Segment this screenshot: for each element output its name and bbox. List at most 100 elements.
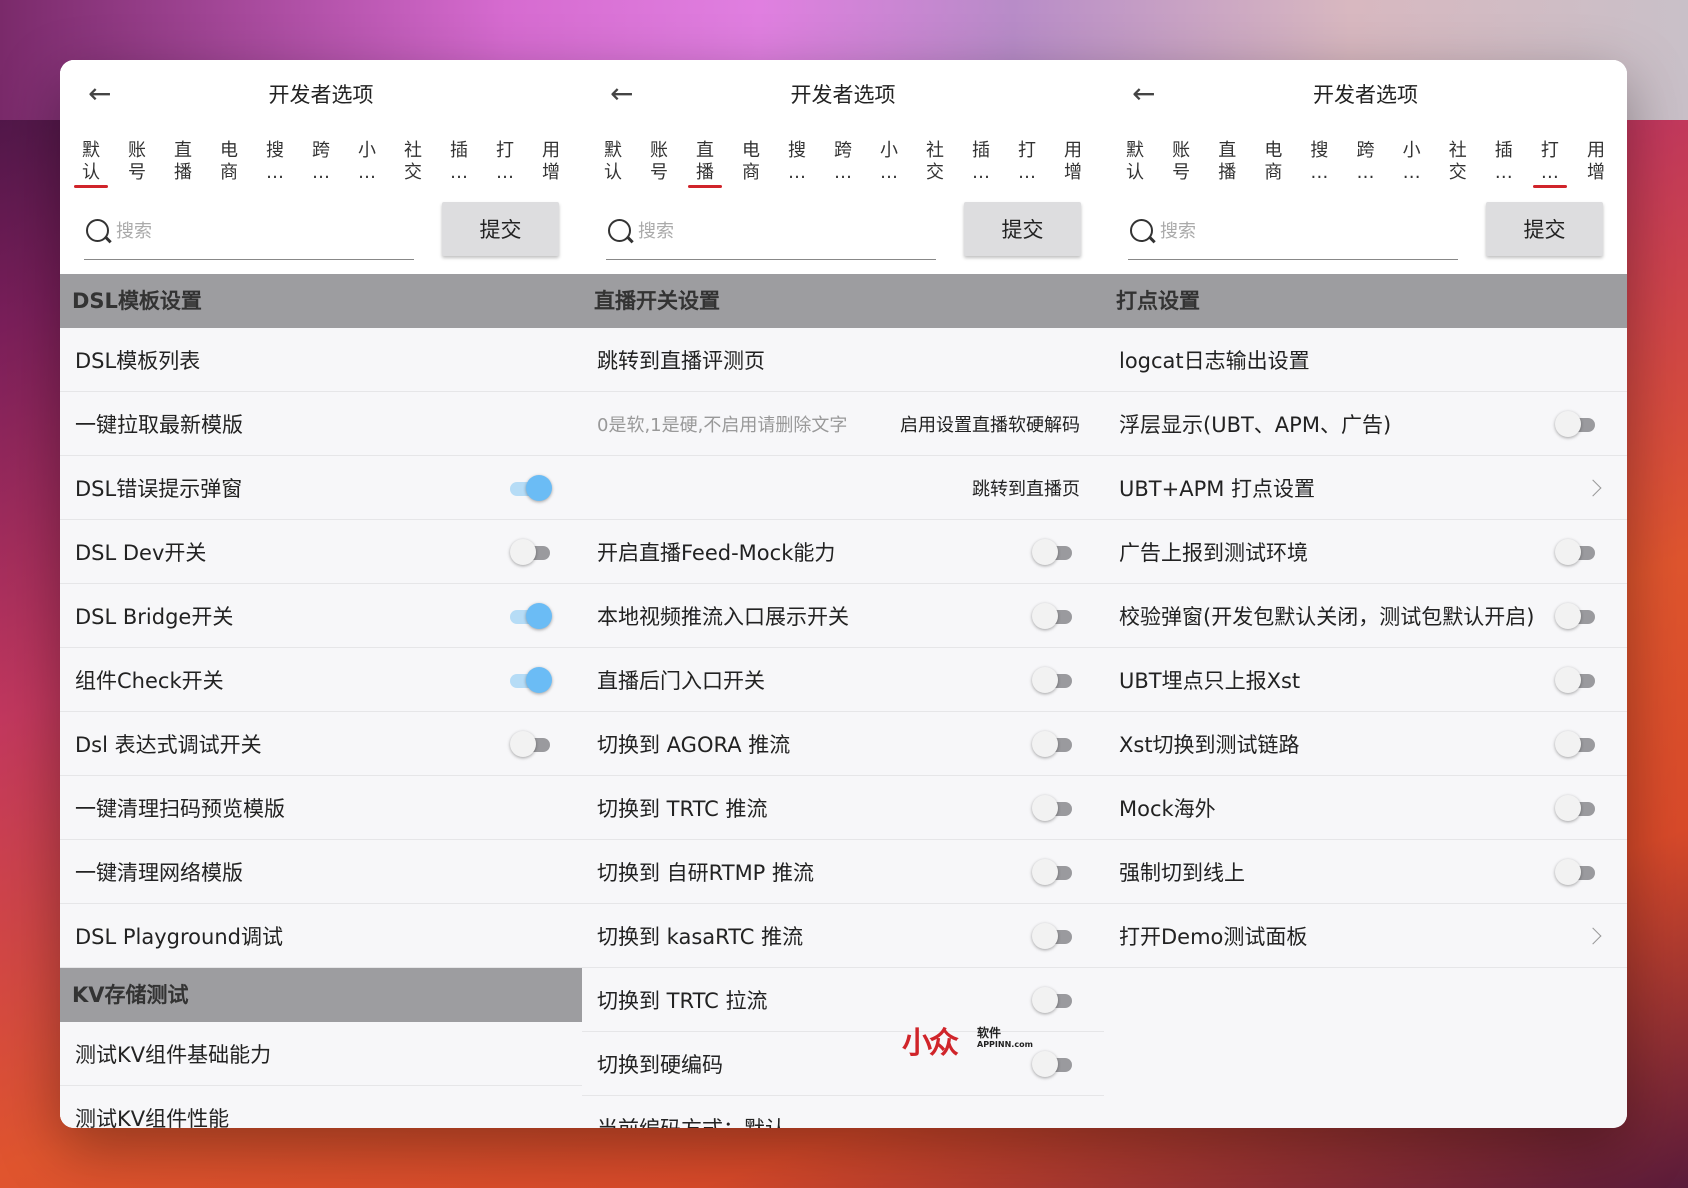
tab-1[interactable]: 账号	[636, 128, 682, 194]
tab-0[interactable]: 默认	[68, 128, 114, 194]
setting-row[interactable]: Xst切换到测试链路	[1104, 712, 1627, 776]
toggle-switch[interactable]	[510, 538, 550, 565]
setting-row[interactable]: 测试KV组件性能	[60, 1086, 582, 1128]
setting-row[interactable]: Mock海外	[1104, 776, 1627, 840]
tab-1[interactable]: 账号	[114, 128, 160, 194]
tab-10[interactable]: 用增	[1573, 128, 1619, 194]
setting-row[interactable]: 0是软,1是硬,不启用请删除文字 启用设置直播软硬解码	[582, 392, 1104, 456]
setting-row[interactable]: 浮层显示(UBT、APM、广告)	[1104, 392, 1627, 456]
tab-3[interactable]: 电商	[206, 128, 252, 194]
tab-5[interactable]: 跨…	[298, 128, 344, 194]
setting-row[interactable]: DSL错误提示弹窗	[60, 456, 582, 520]
tab-1[interactable]: 账号	[1158, 128, 1204, 194]
setting-row[interactable]: 强制切到线上	[1104, 840, 1627, 904]
setting-row[interactable]: 一键拉取最新模版	[60, 392, 582, 456]
toggle-switch[interactable]	[1555, 794, 1595, 821]
setting-row[interactable]: 校验弹窗(开发包默认关闭，测试包默认开启)	[1104, 584, 1627, 648]
tab-6[interactable]: 小…	[344, 128, 390, 194]
setting-row[interactable]: 切换到 kasaRTC 推流	[582, 904, 1104, 968]
setting-row[interactable]: DSL模板列表	[60, 328, 582, 392]
tab-5[interactable]: 跨…	[820, 128, 866, 194]
decode-mode-input[interactable]: 0是软,1是硬,不启用请删除文字	[597, 411, 857, 437]
setting-row[interactable]: 直播后门入口开关	[582, 648, 1104, 712]
search-field[interactable]	[84, 204, 414, 260]
toggle-switch[interactable]	[1032, 602, 1072, 629]
tab-4[interactable]: 搜…	[1296, 128, 1342, 194]
toggle-switch[interactable]	[1555, 410, 1595, 437]
setting-row[interactable]: 切换到 AGORA 推流	[582, 712, 1104, 776]
toggle-switch[interactable]	[1555, 666, 1595, 693]
tab-6[interactable]: 小…	[1389, 128, 1435, 194]
tab-2[interactable]: 直播	[682, 128, 728, 194]
search-input[interactable]	[1160, 221, 1440, 242]
setting-row[interactable]: DSL Dev开关	[60, 520, 582, 584]
setting-row[interactable]: DSL Bridge开关	[60, 584, 582, 648]
toggle-switch[interactable]	[1032, 922, 1072, 949]
search-field[interactable]	[1128, 204, 1458, 260]
setting-row[interactable]: 切换到 TRTC 推流	[582, 776, 1104, 840]
tab-10[interactable]: 用增	[1050, 128, 1096, 194]
tab-2[interactable]: 直播	[160, 128, 206, 194]
toggle-switch[interactable]	[1555, 730, 1595, 757]
submit-button[interactable]: 提交	[964, 202, 1081, 256]
tab-7[interactable]: 社交	[1435, 128, 1481, 194]
toggle-switch[interactable]	[1032, 666, 1072, 693]
toggle-switch[interactable]	[1032, 1050, 1072, 1077]
setting-row[interactable]: logcat日志输出设置	[1104, 328, 1627, 392]
tab-10[interactable]: 用增	[528, 128, 574, 194]
setting-row[interactable]: DSL Playground调试	[60, 904, 582, 968]
search-field[interactable]	[606, 204, 936, 260]
toggle-switch[interactable]	[1032, 538, 1072, 565]
setting-row[interactable]: 跳转到直播页	[582, 456, 1104, 520]
setting-row[interactable]: 切换到 自研RTMP 推流	[582, 840, 1104, 904]
tab-4[interactable]: 搜…	[252, 128, 298, 194]
tab-8[interactable]: 插…	[436, 128, 482, 194]
apply-decode-button[interactable]: 启用设置直播软硬解码	[900, 411, 1080, 437]
toggle-switch[interactable]	[510, 602, 552, 629]
toggle-switch[interactable]	[510, 730, 550, 757]
setting-row[interactable]: 开启直播Feed-Mock能力	[582, 520, 1104, 584]
setting-row[interactable]: UBT+APM 打点设置	[1104, 456, 1627, 520]
toggle-switch[interactable]	[1555, 858, 1595, 885]
tab-5[interactable]: 跨…	[1342, 128, 1388, 194]
setting-row[interactable]: 打开Demo测试面板	[1104, 904, 1627, 968]
tab-7[interactable]: 社交	[390, 128, 436, 194]
tab-7[interactable]: 社交	[912, 128, 958, 194]
search-input[interactable]	[638, 221, 918, 242]
tab-4[interactable]: 搜…	[774, 128, 820, 194]
setting-row[interactable]: 一键清理扫码预览模版	[60, 776, 582, 840]
toggle-switch[interactable]	[1555, 602, 1595, 629]
setting-row[interactable]: 本地视频推流入口展示开关	[582, 584, 1104, 648]
tab-9[interactable]: 打…	[1527, 128, 1573, 194]
tab-6[interactable]: 小…	[866, 128, 912, 194]
toggle-switch[interactable]	[1032, 986, 1072, 1013]
tab-8[interactable]: 插…	[958, 128, 1004, 194]
back-arrow-icon[interactable]: ←	[610, 80, 638, 108]
setting-row[interactable]: 组件Check开关	[60, 648, 582, 712]
tab-9[interactable]: 打…	[482, 128, 528, 194]
tab-0[interactable]: 默认	[590, 128, 636, 194]
toggle-switch[interactable]	[1032, 730, 1072, 757]
tab-0[interactable]: 默认	[1112, 128, 1158, 194]
search-input[interactable]	[116, 221, 396, 242]
setting-row[interactable]: Dsl 表达式调试开关	[60, 712, 582, 776]
tab-2[interactable]: 直播	[1204, 128, 1250, 194]
tab-8[interactable]: 插…	[1481, 128, 1527, 194]
toggle-switch[interactable]	[1555, 538, 1595, 565]
toggle-switch[interactable]	[1032, 794, 1072, 821]
submit-button[interactable]: 提交	[1486, 202, 1603, 256]
submit-button[interactable]: 提交	[442, 202, 559, 256]
toggle-switch[interactable]	[510, 474, 552, 501]
setting-row[interactable]: 广告上报到测试环境	[1104, 520, 1627, 584]
setting-row[interactable]: 跳转到直播评测页	[582, 328, 1104, 392]
tab-3[interactable]: 电商	[728, 128, 774, 194]
tab-3[interactable]: 电商	[1250, 128, 1296, 194]
setting-row[interactable]: 测试KV组件基础能力	[60, 1022, 582, 1086]
setting-row[interactable]: 当前编码方式：默认	[582, 1096, 1104, 1128]
toggle-switch[interactable]	[1032, 858, 1072, 885]
back-arrow-icon[interactable]: ←	[88, 80, 116, 108]
tab-9[interactable]: 打…	[1004, 128, 1050, 194]
setting-row[interactable]: 一键清理网络模版	[60, 840, 582, 904]
goto-live-button[interactable]: 跳转到直播页	[972, 475, 1080, 501]
setting-row[interactable]: UBT埋点只上报Xst	[1104, 648, 1627, 712]
